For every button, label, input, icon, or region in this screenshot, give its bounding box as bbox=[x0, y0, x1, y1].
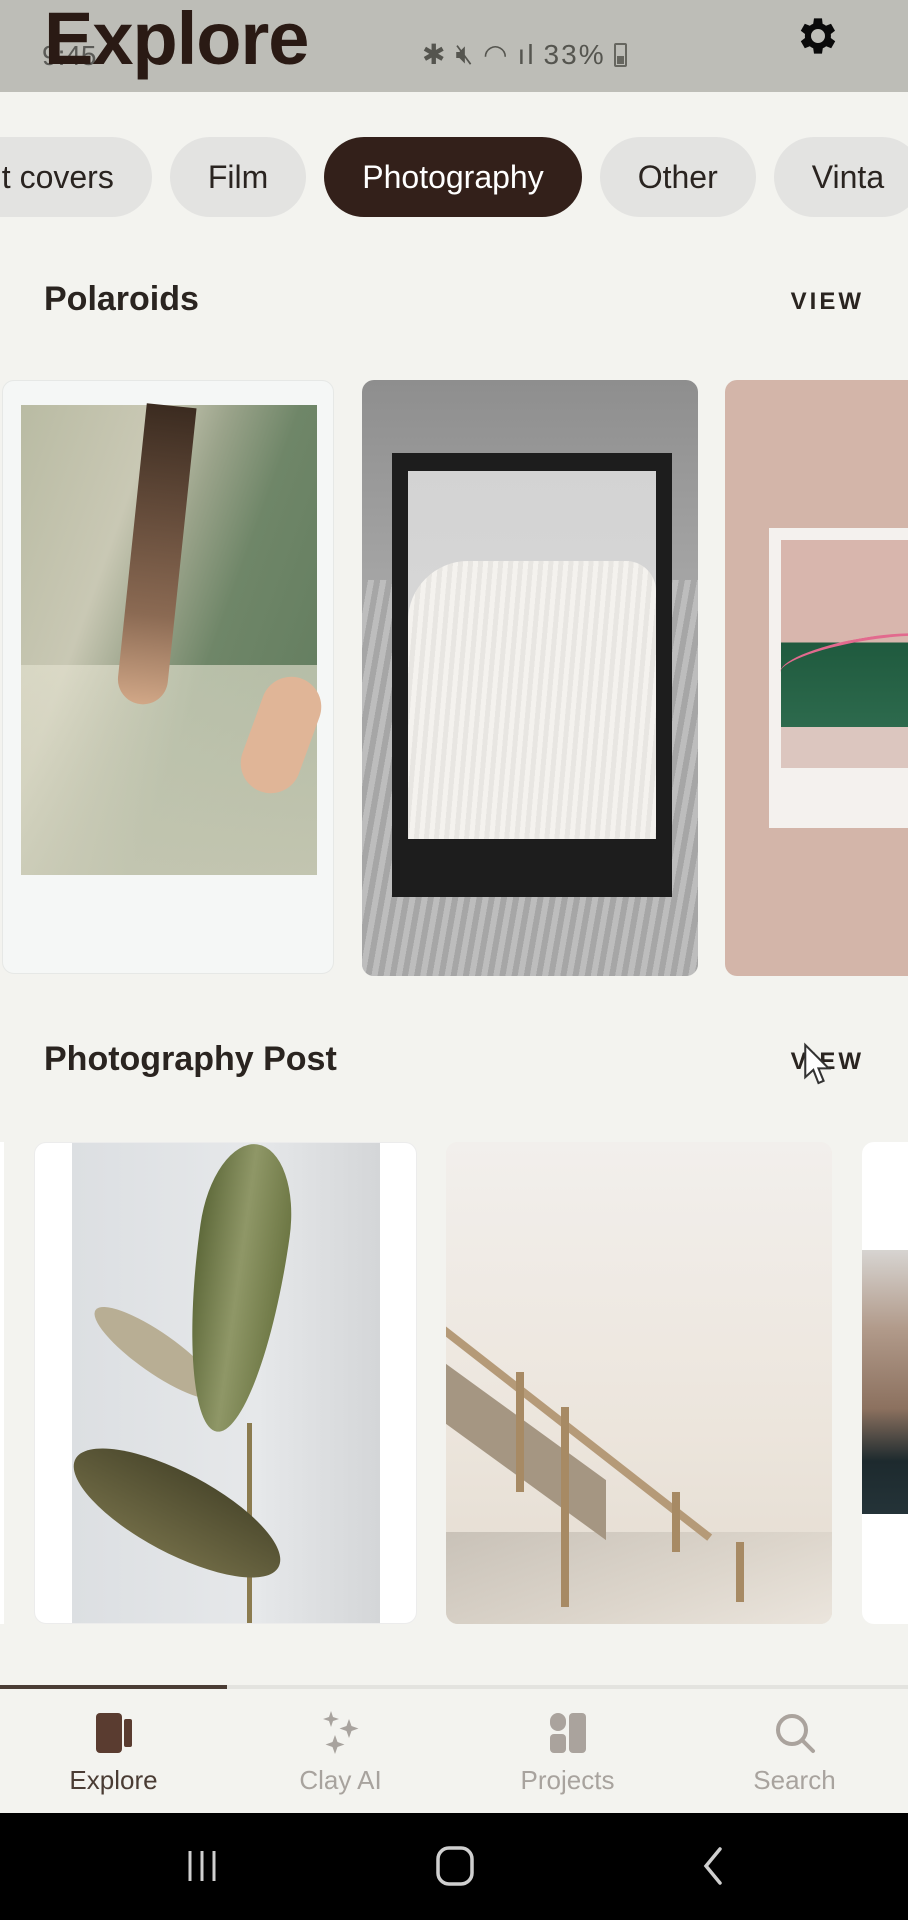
tab-search[interactable]: Search bbox=[681, 1689, 908, 1813]
projects-icon bbox=[549, 1713, 586, 1753]
storefront-polaroid bbox=[769, 528, 908, 828]
chip-film[interactable]: Film bbox=[169, 137, 307, 217]
instant-frame bbox=[392, 453, 672, 897]
explore-icon bbox=[95, 1713, 132, 1753]
battery-percent: 33% bbox=[543, 38, 606, 70]
mouse-cursor-icon bbox=[804, 1042, 832, 1085]
chip-vintage[interactable]: Vinta bbox=[773, 137, 908, 217]
bluetooth-icon: ✱ bbox=[422, 39, 448, 70]
post-card-leaf[interactable] bbox=[34, 1142, 417, 1624]
mute-icon: 🔇︎ bbox=[455, 38, 476, 69]
bottom-tab-bar: Explore Clay AI Projects Search bbox=[0, 1689, 908, 1813]
section-title-polaroids: Polaroids bbox=[44, 280, 199, 318]
home-icon[interactable] bbox=[425, 1841, 485, 1891]
chip-photography[interactable]: Photography bbox=[324, 137, 582, 217]
post-card-partial-left bbox=[0, 1142, 4, 1624]
section-title-photography-post: Photography Post bbox=[44, 1040, 337, 1078]
post-card-coast[interactable] bbox=[862, 1142, 908, 1624]
chip-other[interactable]: Other bbox=[599, 137, 756, 217]
wifi-icon: ◠ bbox=[483, 39, 510, 70]
polaroid-card-sweater[interactable] bbox=[362, 380, 698, 976]
chip-highlight-covers[interactable]: ht covers bbox=[0, 137, 152, 217]
tab-label-projects: Projects bbox=[520, 1765, 615, 1795]
category-chips: ht covers Film Photography Other Vinta bbox=[0, 137, 908, 217]
search-icon bbox=[775, 1714, 815, 1753]
recent-apps-icon[interactable] bbox=[172, 1841, 232, 1891]
tab-projects[interactable]: Projects bbox=[454, 1689, 681, 1813]
explore-screen: 9:45 ✱ 🔇︎ ◠ ıl 33% Explore ht covers Fil… bbox=[0, 0, 908, 1920]
hands-photo bbox=[21, 403, 330, 875]
post-card-stairs[interactable] bbox=[446, 1142, 832, 1624]
status-icons: ✱ 🔇︎ ◠ ıl 33% bbox=[422, 38, 627, 71]
page-title: Explore bbox=[44, 0, 309, 80]
gear-icon[interactable] bbox=[794, 12, 842, 60]
system-nav-bar bbox=[0, 1813, 908, 1920]
signal-icon: ıl bbox=[517, 38, 536, 70]
tab-explore[interactable]: Explore bbox=[0, 1689, 227, 1813]
view-polaroids-link[interactable]: VIEW bbox=[791, 288, 864, 316]
polaroid-card-storefront[interactable] bbox=[725, 380, 908, 976]
tab-label-explore: Explore bbox=[69, 1765, 158, 1795]
polaroid-card-hands[interactable] bbox=[2, 380, 334, 974]
top-bar: 9:45 ✱ 🔇︎ ◠ ıl 33% Explore bbox=[0, 0, 908, 92]
leaf-photo bbox=[72, 1143, 380, 1623]
sparkles-icon bbox=[322, 1711, 358, 1754]
tab-label-clay-ai: Clay AI bbox=[299, 1765, 382, 1795]
tab-label-search: Search bbox=[753, 1765, 836, 1795]
tab-clay-ai[interactable]: Clay AI bbox=[227, 1689, 454, 1813]
battery-icon bbox=[613, 42, 627, 67]
back-icon[interactable] bbox=[682, 1841, 742, 1891]
